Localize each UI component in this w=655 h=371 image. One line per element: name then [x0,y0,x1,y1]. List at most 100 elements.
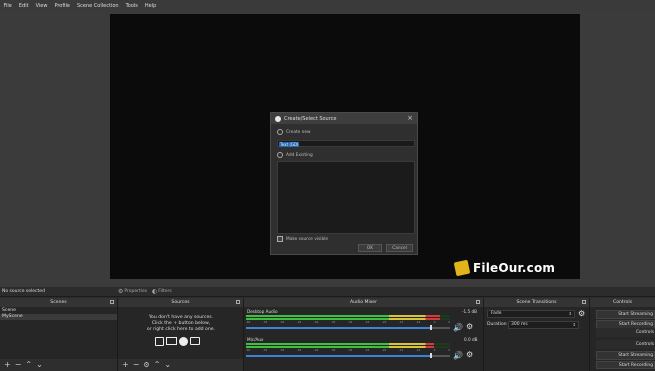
properties-label: Properties [124,289,148,294]
start-streaming-button[interactable]: Start Streaming [596,351,655,360]
undock-icon[interactable] [110,300,114,304]
channel-name: Desktop Audio [247,309,278,314]
volume-slider[interactable] [246,327,450,329]
volume-slider-handle[interactable] [430,325,432,330]
tick-label: -5 [433,321,436,324]
create-new-option[interactable]: Create new [277,129,311,135]
remove-icon[interactable]: − [15,361,22,369]
obs-logo-icon [275,115,281,122]
tick-label: -50 [280,349,285,352]
sources-empty-message[interactable]: You don't have any sources. Click the + … [118,315,244,333]
tick-label: -60 [246,321,251,324]
start-streaming-button[interactable]: Start Streaming [596,310,655,319]
monitor-icon [166,337,177,345]
tick-label: -15 [399,321,404,324]
start-recording-button[interactable]: Start Recording [596,361,655,369]
dialog-titlebar[interactable]: Create/Select Source × [271,113,417,124]
gear-icon[interactable]: ⚙ [578,309,585,318]
remove-icon[interactable]: − [133,361,140,369]
duration-spinbox[interactable]: 300 ms ⇕ [508,321,579,329]
sources-header: Sources [118,298,243,307]
add-icon[interactable]: + [4,361,11,369]
tick-label: -35 [331,349,336,352]
make-visible-label: Make source visible [286,236,329,242]
tick-label: -20 [382,349,387,352]
controls-label: Controls [596,328,655,337]
gear-icon[interactable]: ⚙ [466,322,473,331]
add-existing-radio[interactable] [277,152,283,158]
gear-icon[interactable]: ⚙ [466,350,473,359]
transition-type: Fade [491,311,502,316]
undock-icon[interactable] [582,300,586,304]
create-new-radio[interactable] [277,129,283,135]
menu-file[interactable]: File [0,3,15,9]
scene-item[interactable]: MyScene [0,314,117,320]
ok-button[interactable]: OK [358,244,382,252]
tick-label: -30 [348,349,353,352]
close-icon[interactable]: × [407,114,413,122]
tick-label: -15 [399,349,404,352]
add-icon[interactable]: + [122,361,129,369]
add-existing-option[interactable]: Add Existing [277,152,313,158]
move-up-icon[interactable]: ⌃ [25,361,32,369]
tick-label: -25 [365,321,370,324]
tick-label: -40 [314,321,319,324]
menu-help[interactable]: Help [141,3,159,9]
properties-button[interactable]: ⚙ Properties [118,288,147,295]
tick-label: -5 [433,349,436,352]
move-down-icon[interactable]: ⌄ [36,361,43,369]
volume-slider-handle[interactable] [430,353,432,358]
meter-ticks: -60 -55 -50 -45 -40 -35 -30 -25 -20 -15 -10 -5 0 [246,349,450,352]
tick-label: -10 [416,349,421,352]
filters-button[interactable]: ◐ Filters [152,288,172,295]
scenes-toolbar: + − ⌃ ⌄ [0,359,117,371]
undock-icon[interactable] [236,300,240,304]
move-up-icon[interactable]: ⌃ [154,361,161,369]
tick-label: -55 [263,349,268,352]
audio-mixer-title: Audio Mixer [349,300,378,305]
sources-toolbar: + − ⚙ ⌃ ⌄ [118,359,243,371]
make-visible-checkbox[interactable] [277,236,283,242]
filter-icon: ◐ [152,288,158,295]
source-type-icons [155,337,200,346]
menu-profile[interactable]: Profile [51,3,74,9]
tick-label: 0 [448,349,450,352]
channel-db: -1.5 dB [462,309,478,314]
menu-edit[interactable]: Edit [15,3,32,9]
transition-select[interactable]: Fade ⇕ [487,310,575,318]
spin-arrows-icon: ⇕ [572,322,576,327]
scenes-list[interactable]: Scene MyScene [0,308,117,320]
move-down-icon[interactable]: ⌄ [164,361,171,369]
channel-db: 0.0 dB [464,337,478,342]
make-visible-option[interactable]: Make source visible [277,236,328,242]
scenes-title: Scenes [50,300,67,305]
meter-ticks: -60 -55 -50 -45 -40 -35 -30 -25 -20 -15 -10 -5 0 [246,321,450,324]
tick-label: -10 [416,321,421,324]
scenes-dock: Scenes Scene MyScene + − ⌃ ⌄ [0,298,118,371]
tick-label: -40 [314,349,319,352]
source-name-input[interactable]: Text (GDI+) [277,140,415,147]
menu-tools[interactable]: Tools [122,3,141,9]
undock-icon[interactable] [476,300,480,304]
gear-icon: ⚙ [118,288,124,295]
tick-label: -55 [263,321,268,324]
tick-label: -25 [365,349,370,352]
gear-icon[interactable]: ⚙ [143,361,149,369]
menu-scene-collection[interactable]: Scene Collection [73,3,122,9]
existing-sources-list[interactable] [277,161,415,234]
controls-title: Controls [613,300,632,305]
audio-level-meter [246,315,450,317]
speaker-icon[interactable]: 🔊 [453,351,463,360]
scenes-header: Scenes [0,298,117,307]
duration-label: Duration [487,322,507,327]
channel-name: Mic/Aux [247,337,264,342]
tick-label: -45 [297,321,302,324]
tick-label: -30 [348,321,353,324]
speaker-icon[interactable]: 🔊 [453,323,463,332]
menu-view[interactable]: View [32,3,51,9]
tick-label: 0 [448,321,450,324]
controls-header: Controls [590,298,655,307]
volume-slider[interactable] [246,355,450,357]
cancel-button[interactable]: Cancel [386,244,413,252]
source-status: No source selected [2,289,45,294]
